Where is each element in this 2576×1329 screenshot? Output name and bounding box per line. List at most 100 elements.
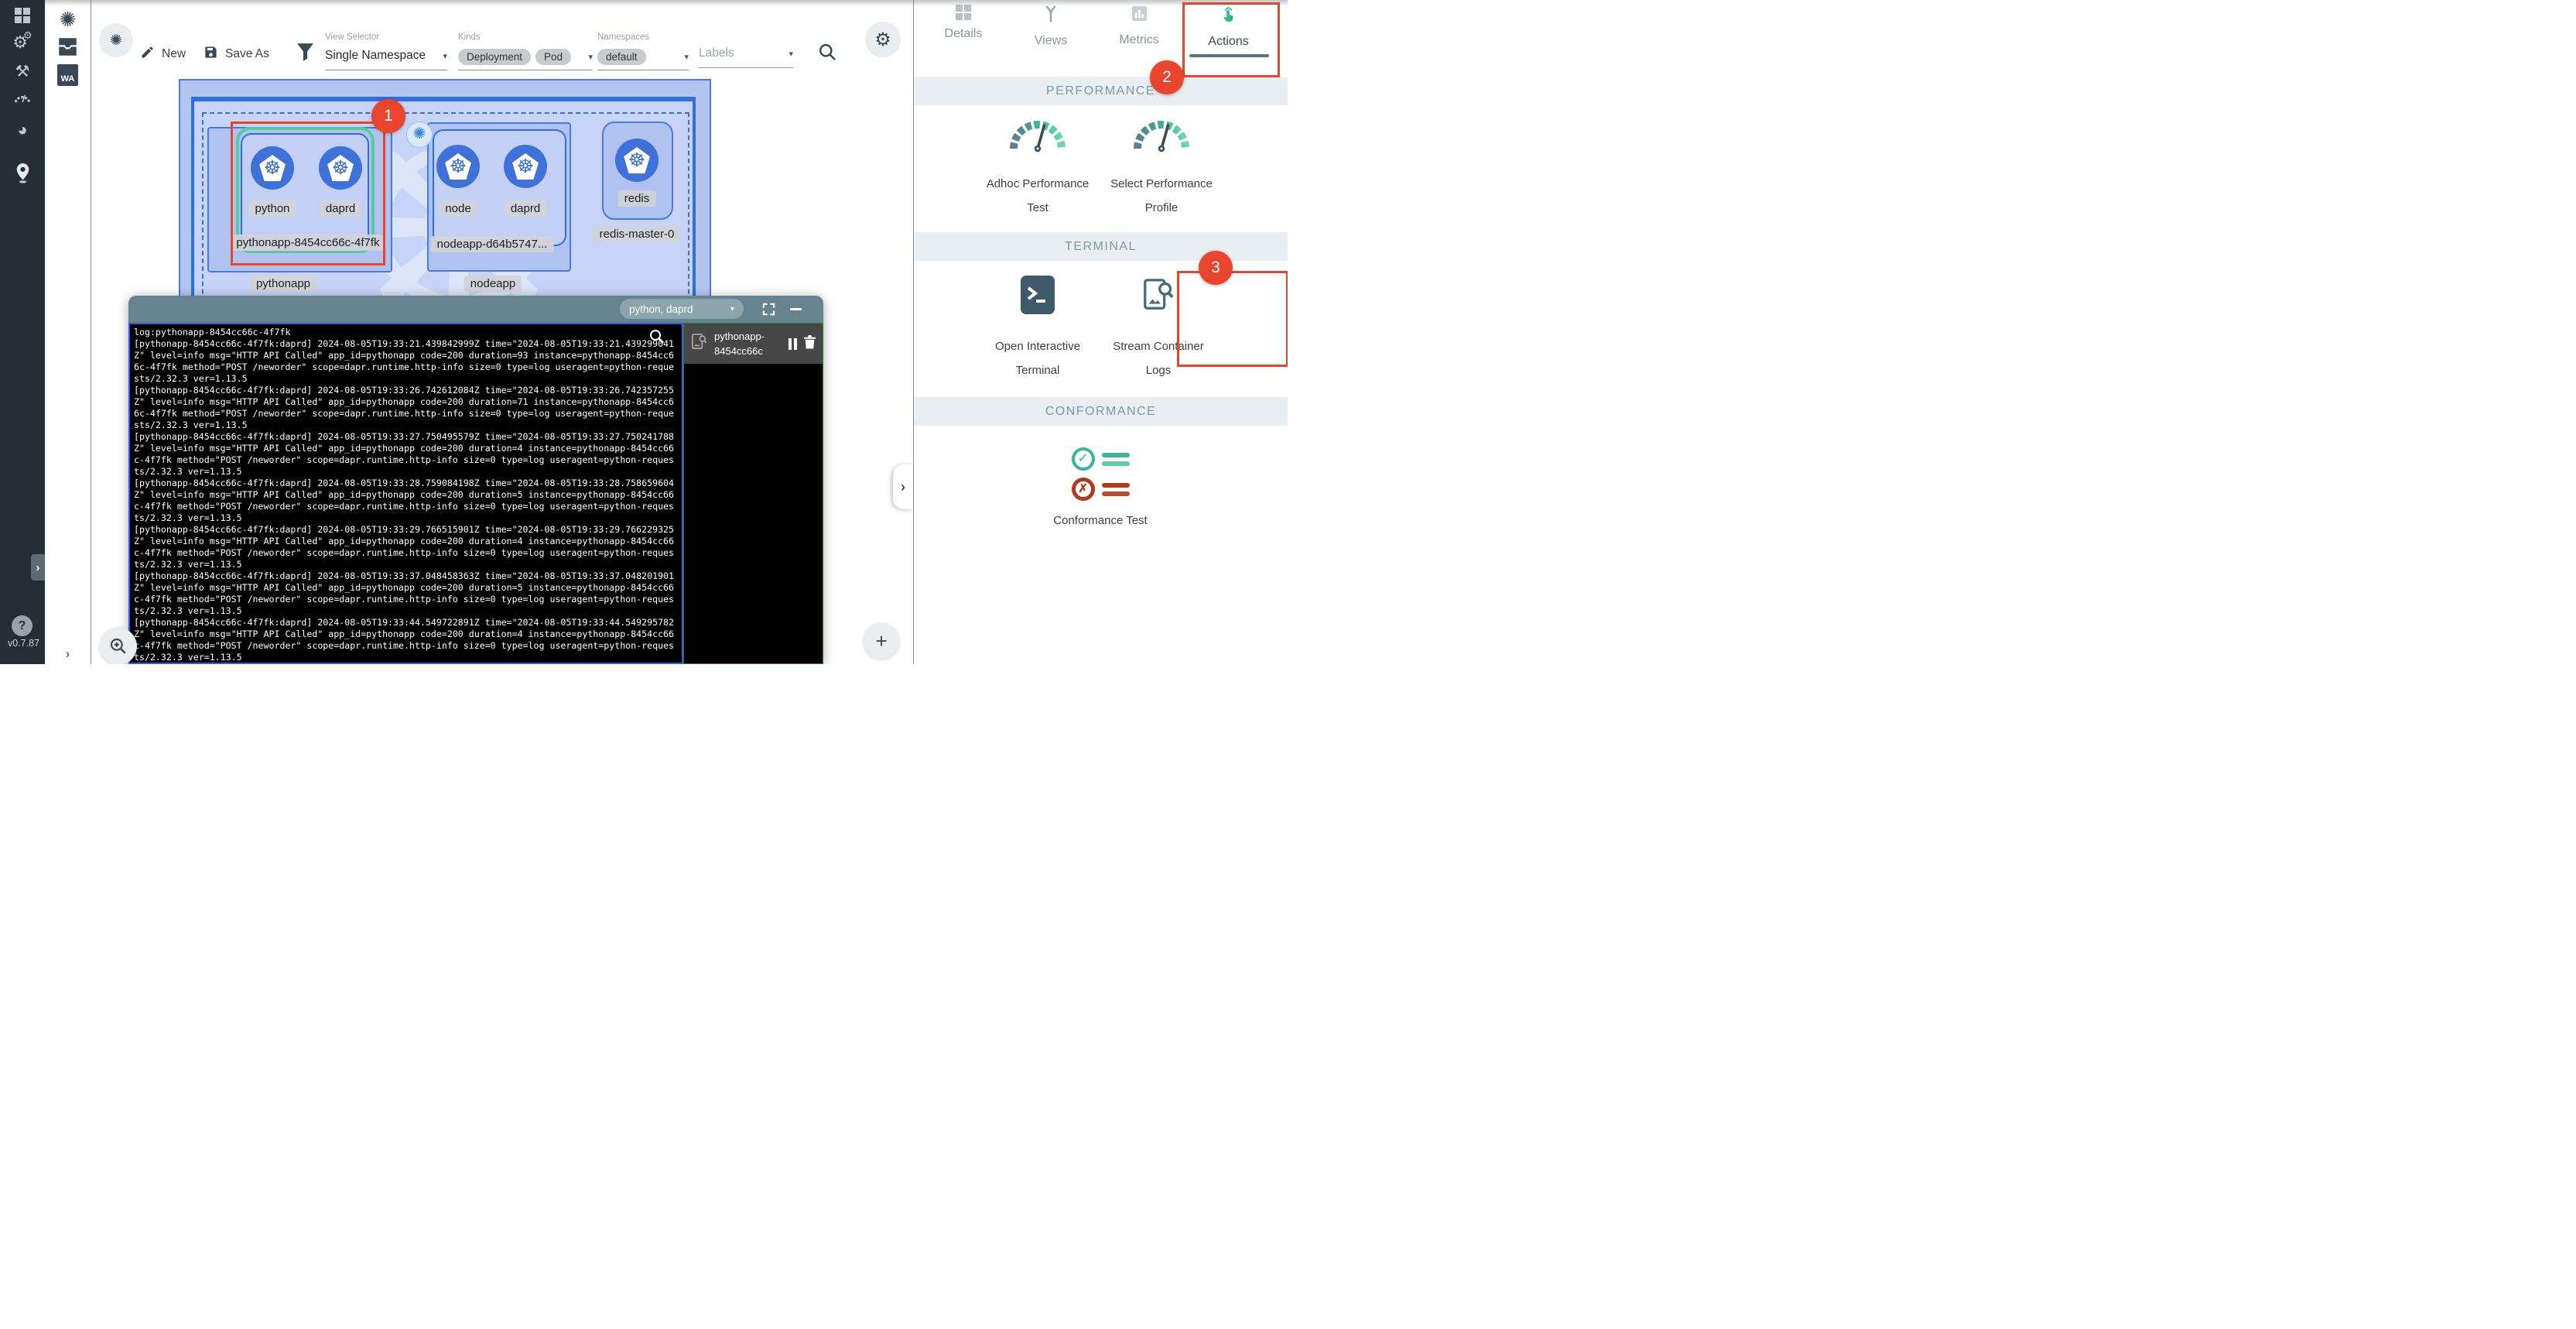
chevron-down-icon: ▾	[588, 52, 593, 62]
container-daprd2-icon[interactable]: ☸	[504, 145, 547, 188]
minimize-icon[interactable]	[790, 308, 802, 310]
save-as-label: Save As	[225, 47, 269, 61]
chevron-right-icon: ›	[36, 561, 40, 574]
panel-expand-chevron[interactable]: ›	[45, 646, 91, 662]
kubernetes-wheel-icon: ☸	[450, 157, 467, 176]
labels-field[interactable]: Labels ▾	[699, 46, 793, 68]
left-sidebar: ⚙⚙ ⚒ ◕ › ? v0.7.87	[0, 0, 45, 664]
details-grid-icon	[956, 5, 971, 20]
namespace-chip-default[interactable]: default	[597, 49, 646, 65]
annotation-badge-3: 3	[1199, 251, 1233, 285]
views-branch-icon	[1042, 5, 1059, 27]
pause-stream-icon[interactable]	[789, 338, 797, 350]
pod-label-nodeapp: nodeapp-d64b5747...	[431, 236, 554, 252]
pinwheel-logo-icon[interactable]: ✺	[45, 8, 91, 32]
search-icon[interactable]	[817, 42, 838, 67]
kinds-label: Kinds	[458, 33, 593, 42]
container-node-icon[interactable]: ☸	[436, 145, 480, 188]
chevron-down-icon: ▾	[730, 305, 734, 313]
panel-collapse-pill[interactable]: ›	[893, 464, 913, 509]
annotation-badge-1: 1	[371, 99, 405, 133]
container-label-redis: redis	[618, 190, 656, 207]
app-root: ⚙⚙ ⚒ ◕ › ? v0.7.87 ✺ WA › ✺ New Save As …	[0, 0, 1288, 664]
pie-mosaic-icon[interactable]: ◕	[0, 120, 45, 140]
panel-divider	[913, 0, 914, 664]
namespaces-field[interactable]: Namespaces default ▾	[597, 33, 689, 70]
new-button[interactable]: New	[140, 45, 186, 63]
annotation-badge-2: 2	[1150, 60, 1184, 94]
view-selector-value: Single Namespace	[325, 49, 426, 63]
action-open-interactive-terminal[interactable]: Open Interactive Terminal	[977, 276, 1099, 383]
sidebar-expand-button[interactable]: ›	[31, 554, 45, 581]
labels-placeholder: Labels	[699, 46, 734, 60]
tools-icon[interactable]: ⚒	[0, 62, 45, 81]
log-pane[interactable]: log:pythonapp-8454cc66c-4f7fk [pythonapp…	[128, 323, 683, 664]
conformance-pass-fail-icon: ✓ ✗	[1072, 447, 1130, 501]
gauge-icon[interactable]	[0, 91, 45, 104]
loading-spinner-icon: ✺	[406, 122, 433, 148]
app-version: v0.7.87	[8, 638, 39, 649]
magnifier-plus-icon	[108, 636, 128, 656]
stream-logs-icon	[690, 332, 708, 355]
deployment-label-pythonapp: pythonapp	[250, 276, 316, 292]
filter-funnel-icon[interactable]	[296, 42, 315, 67]
add-button[interactable]: +	[864, 623, 899, 659]
kinds-field[interactable]: Kinds Deployment Pod ▾	[458, 33, 593, 70]
fullscreen-icon[interactable]	[761, 302, 776, 317]
pinwheel-icon: ✺	[110, 32, 122, 50]
log-streams-pane: pythonapp- 8454cc66c	[683, 323, 823, 664]
settings-gear-button[interactable]: ⚙	[865, 22, 901, 57]
kubernetes-wheel-icon: ☸	[628, 151, 645, 170]
chevron-down-icon: ▾	[684, 52, 689, 62]
dashboard-grid-icon[interactable]	[0, 8, 45, 23]
pod-label-redis: redis-master-0	[594, 226, 681, 242]
gauge-icon	[1131, 116, 1192, 161]
section-header-terminal: TERMINAL	[914, 232, 1288, 261]
settings-gears-icon[interactable]: ⚙⚙	[0, 33, 45, 53]
wasm-badge-icon[interactable]: WA	[45, 64, 91, 86]
tab-metrics[interactable]: Metrics	[1096, 5, 1182, 54]
kind-chip-pod[interactable]: Pod	[535, 49, 571, 65]
save-as-button[interactable]: Save As	[204, 45, 269, 63]
secondary-sidebar: ✺ WA ›	[45, 0, 91, 664]
container-log-text: log:pythonapp-8454cc66c-4f7fk [pythonapp…	[130, 324, 682, 664]
terminal-icon	[1021, 276, 1055, 324]
action-adhoc-performance-test[interactable]: Adhoc Performance Test	[977, 116, 1099, 221]
section-header-conformance: CONFORMANCE	[914, 397, 1288, 426]
tab-views[interactable]: Views	[1008, 5, 1093, 54]
section-header-performance: PERFORMANCE	[914, 77, 1288, 105]
kind-chip-deployment[interactable]: Deployment	[458, 49, 531, 65]
log-stream-item[interactable]: pythonapp- 8454cc66c	[684, 324, 823, 364]
chevron-right-icon: ›	[901, 479, 905, 495]
annotation-rect-2	[1182, 2, 1280, 77]
chevron-down-icon: ▾	[443, 51, 447, 61]
deployment-label-nodeapp: nodeapp	[464, 276, 522, 292]
terminal-header[interactable]: python, daprd ▾	[128, 296, 823, 323]
annotation-rect-1	[231, 122, 385, 265]
trash-icon[interactable]	[803, 334, 816, 353]
zoom-button[interactable]	[100, 628, 137, 664]
action-select-performance-profile[interactable]: Select Performance Profile	[1100, 116, 1223, 221]
gauge-icon	[1007, 116, 1068, 161]
container-selector-dropdown[interactable]: python, daprd ▾	[620, 299, 744, 319]
view-selector-field[interactable]: View Selector Single Namespace ▾	[325, 33, 447, 70]
metrics-bars-icon	[1131, 5, 1148, 26]
container-label-daprd2: daprd	[505, 200, 546, 217]
pencil-icon	[140, 45, 155, 63]
gear-icon: ⚙	[874, 29, 891, 51]
plus-icon: +	[875, 629, 887, 653]
spinner-menu-button[interactable]: ✺	[99, 23, 133, 57]
inbox-archive-icon[interactable]	[45, 37, 91, 57]
namespaces-label: Namespaces	[597, 33, 689, 42]
tab-details[interactable]: Details	[921, 5, 1006, 54]
stream-pod-name: pythonapp- 8454cc66c	[714, 329, 782, 359]
action-conformance-test[interactable]: ✓ ✗ Conformance Test	[1023, 447, 1178, 533]
container-redis-icon[interactable]: ☸	[615, 139, 659, 182]
stream-logs-icon	[1141, 276, 1176, 324]
kubernetes-wheel-icon: ☸	[517, 157, 534, 176]
location-pin-icon[interactable]	[0, 163, 45, 183]
chevron-down-icon: ▾	[789, 49, 793, 59]
terminal-window: python, daprd ▾ log:pythonapp-8454cc66c-…	[128, 296, 823, 664]
help-button[interactable]: ?	[12, 615, 32, 636]
annotation-rect-3	[1177, 271, 1288, 367]
